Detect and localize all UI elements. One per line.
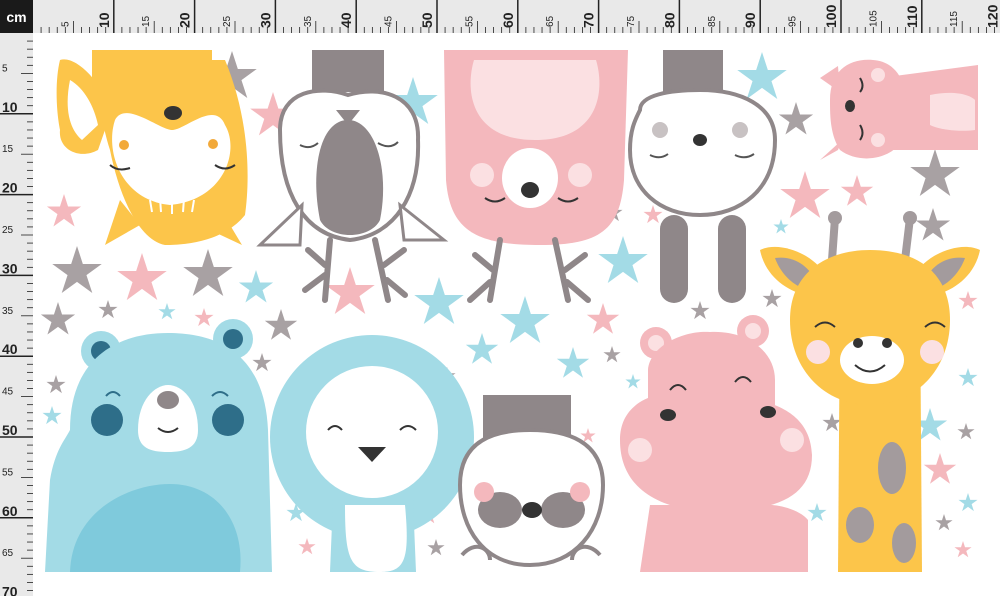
star-icon <box>780 171 830 219</box>
star-icon <box>822 413 842 432</box>
ruler-label: 20 <box>177 12 193 28</box>
ruler-label: 35 <box>2 306 14 317</box>
ruler-label: 10 <box>96 12 112 28</box>
star-icon <box>778 102 814 135</box>
ruler-label: 120 <box>985 4 1000 28</box>
star-icon <box>773 219 789 234</box>
bear-pink-icon <box>444 50 628 303</box>
star-icon <box>194 308 214 327</box>
ruler-label: 100 <box>823 4 839 28</box>
ruler-label: 90 <box>742 12 758 28</box>
star-icon <box>958 493 978 512</box>
ruler-label: 20 <box>2 180 18 196</box>
star-icon <box>923 453 957 484</box>
star-icon <box>737 52 787 100</box>
star-icon <box>910 149 960 197</box>
ruler-label: 15 <box>2 144 14 155</box>
ruler-label: 55 <box>464 15 475 27</box>
star-icon <box>935 514 953 531</box>
star-icon <box>264 309 298 340</box>
ruler-label: 25 <box>222 15 233 27</box>
star-icon <box>500 296 550 344</box>
ruler-label: 40 <box>2 341 18 357</box>
star-icon <box>427 539 445 556</box>
ruler-label: 95 <box>788 15 799 27</box>
star-icon <box>586 303 620 334</box>
ruler-label: 30 <box>2 260 18 276</box>
ruler-label: 50 <box>419 12 435 28</box>
star-icon <box>556 347 590 378</box>
ruler-label: 45 <box>2 387 14 398</box>
star-icon <box>958 368 978 387</box>
bear-blue-icon <box>45 319 272 572</box>
star-icon <box>957 423 975 440</box>
ruler-label: 75 <box>626 15 637 27</box>
star-icon <box>158 303 176 320</box>
left-ruler: 5 10 15 20 25 30 35 40 45 50 55 60 65 70 <box>0 0 33 600</box>
star-icon <box>238 270 274 303</box>
star-icon <box>690 301 710 320</box>
illustration-svg <box>40 50 980 572</box>
fox-icon <box>56 50 248 245</box>
star-icon <box>42 406 62 425</box>
star-icon <box>325 267 375 315</box>
ruler-label: 40 <box>338 12 354 28</box>
ruler-label: 45 <box>384 15 395 27</box>
star-icon <box>52 246 102 294</box>
ruler-label: 50 <box>2 422 18 438</box>
ruler-label: 80 <box>661 12 677 28</box>
ruler-label: 10 <box>2 99 18 115</box>
ruler-label: 115 <box>949 11 960 27</box>
star-icon <box>603 346 621 363</box>
left-ruler-scale: 5 10 15 20 25 30 35 40 45 50 55 60 65 70 <box>0 40 33 600</box>
ruler-label: 70 <box>2 584 18 596</box>
star-icon <box>183 249 233 297</box>
star-icon <box>298 538 316 555</box>
star-icon <box>807 503 827 522</box>
ruler-label: 15 <box>141 15 152 27</box>
top-ruler: 5 10 15 20 25 30 35 40 45 50 55 60 65 70 75 80 85 90 95 100… <box>0 0 1000 33</box>
star-icon <box>840 175 874 206</box>
ruler-label: 110 <box>904 5 920 28</box>
top-ruler-scale: 5 10 15 20 25 30 35 40 45 50 55 60 65 70 75 80 85 90 95 100… <box>40 0 1000 33</box>
ruler-label: 35 <box>303 15 314 27</box>
ruler-label: 105 <box>868 10 879 27</box>
star-icon <box>643 205 663 224</box>
ruler-label: 5 <box>2 63 8 74</box>
star-icon <box>954 541 972 558</box>
star-icon <box>117 253 167 301</box>
ruler-label: 65 <box>545 15 556 27</box>
star-icon <box>46 375 66 394</box>
star-icon <box>40 302 76 335</box>
ruler-label: 25 <box>2 225 14 236</box>
hippo-icon <box>620 315 812 572</box>
ruler-label: 60 <box>2 503 18 519</box>
cat-icon <box>820 59 978 160</box>
ruler-label: 65 <box>2 548 14 559</box>
star-icon <box>958 291 978 310</box>
ruler-label: 60 <box>500 12 516 28</box>
star-icon <box>465 333 499 364</box>
star-icon <box>915 208 951 241</box>
star-icon <box>625 374 641 389</box>
lion-icon <box>270 335 474 572</box>
star-icon <box>414 277 464 325</box>
ruler-label: 5 <box>60 21 71 27</box>
ruler-label: 85 <box>707 15 718 27</box>
wall-sticker-illustration <box>33 33 1000 596</box>
ruler-label: 55 <box>2 467 14 478</box>
ruler-label: 30 <box>257 12 273 28</box>
star-icon <box>46 194 82 227</box>
star-icon <box>98 300 118 319</box>
star-icon <box>762 289 782 308</box>
raccoon-icon <box>457 395 606 568</box>
star-icon <box>252 353 272 372</box>
star-icon <box>598 236 648 284</box>
ruler-label: 70 <box>581 12 597 28</box>
ruler-unit-label: cm <box>0 0 33 33</box>
